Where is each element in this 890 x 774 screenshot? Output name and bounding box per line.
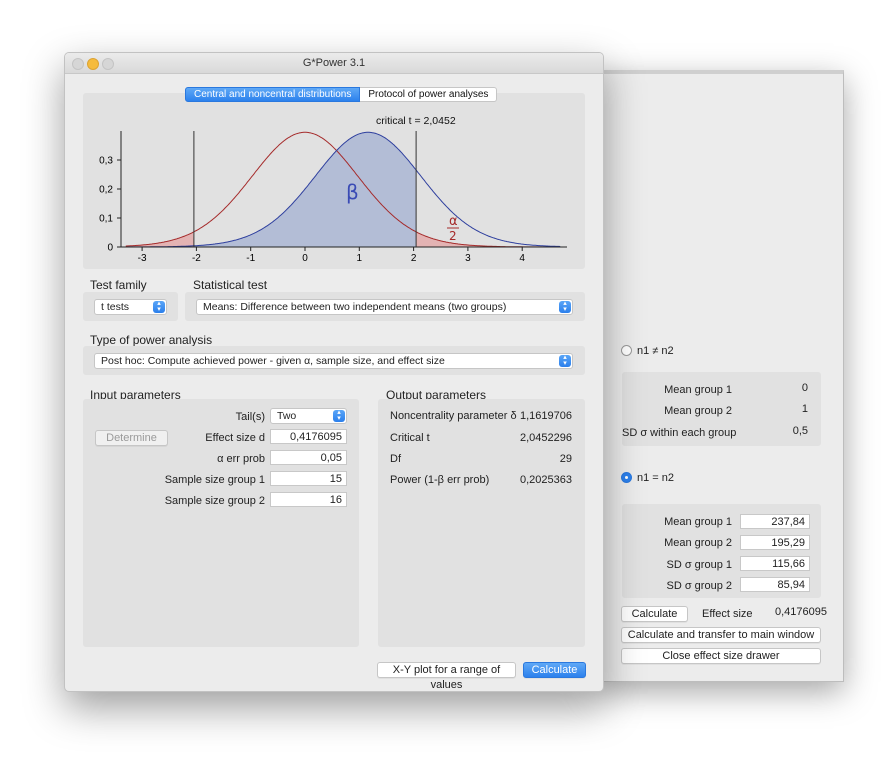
sample-size-2-field[interactable]: 16: [270, 492, 347, 507]
df-label: Df: [390, 453, 401, 465]
y-tick-label: 0,1: [99, 214, 113, 225]
noncentrality-label: Noncentrality parameter δ: [390, 410, 517, 422]
mean-group-1-value: 0: [801, 382, 808, 394]
mean-group-2-field[interactable]: 195,29: [740, 535, 810, 550]
power-analysis-label: Type of power analysis: [90, 333, 213, 347]
tails-label: Tail(s): [235, 411, 265, 423]
y-tick-label: 0,2: [99, 185, 113, 196]
calculate-transfer-button[interactable]: Calculate and transfer to main window: [621, 627, 821, 643]
x-tick-label: 2: [411, 253, 417, 264]
statistical-test-value: Means: Difference between two independen…: [203, 301, 507, 313]
effect-size-drawer: n1 ≠ n2 Mean group 1 0 Mean group 2 1 SD…: [596, 70, 844, 682]
critical-t-output-label: Critical t: [390, 432, 430, 444]
determine-button[interactable]: Determine: [95, 430, 168, 446]
power-analysis-value: Post hoc: Compute achieved power - given…: [101, 355, 445, 367]
calculate-button[interactable]: Calculate: [523, 662, 586, 678]
critical-t-output-value: 2,0452296: [520, 432, 572, 444]
sd-group-2-field[interactable]: 85,94: [740, 577, 810, 592]
noncentrality-value: 1,1619706: [520, 410, 572, 422]
power-label: Power (1-β err prob): [390, 474, 490, 486]
test-family-select[interactable]: t tests ▴ ▾: [94, 299, 167, 315]
alpha-err-prob-field[interactable]: 0,05: [270, 450, 347, 465]
power-analysis-select[interactable]: Post hoc: Compute achieved power - given…: [94, 353, 573, 369]
statistical-test-label: Statistical test: [193, 278, 268, 292]
sample-size-1-label: Sample size group 1: [164, 474, 265, 486]
radio-equal-n[interactable]: [621, 472, 632, 483]
chevron-updown-icon: ▴ ▾: [153, 300, 165, 313]
sample-size-1-field[interactable]: 15: [270, 471, 347, 486]
alpha-err-prob-label: α err prob: [217, 453, 265, 465]
test-family-value: t tests: [101, 301, 130, 313]
distribution-plot: 00,10,20,3 -3 -2 -1 0 1 2 3 4 critical t = 2,04…: [99, 115, 567, 264]
mean-group-1-label: Mean group 1: [664, 516, 732, 528]
x-tick-label: 4: [519, 253, 525, 264]
sd-within-label: SD σ within each group: [622, 427, 737, 439]
sd-group-1-field[interactable]: 115,66: [740, 556, 810, 571]
chevron-updown-icon: ▴ ▾: [559, 354, 571, 367]
x-tick-label: 1: [357, 253, 363, 264]
radio-equal-n-label: n1 = n2: [637, 472, 675, 484]
alpha-denominator: 2: [449, 229, 457, 243]
x-tick-label: -1: [246, 253, 255, 264]
mean-group-1-label: Mean group 1: [664, 384, 732, 396]
effect-size-d-field[interactable]: 0,4176095: [270, 429, 347, 444]
x-tick-label: 0: [302, 253, 308, 264]
radio-unequal-n-label: n1 ≠ n2: [637, 345, 674, 357]
mean-group-2-value: 1: [801, 403, 808, 415]
mean-group-2-label: Mean group 2: [664, 405, 732, 417]
xy-plot-button[interactable]: X-Y plot for a range of values: [377, 662, 516, 691]
effect-size-d-label: Effect size d: [205, 432, 265, 444]
effect-size-label: Effect size: [702, 608, 753, 620]
test-family-label: Test family: [90, 278, 147, 292]
mean-group-1-field[interactable]: 237,84: [740, 514, 810, 529]
sd-within-value: 0,5: [792, 425, 808, 437]
beta-label: β: [346, 180, 359, 204]
radio-unequal-n[interactable]: [621, 345, 632, 356]
chevron-updown-icon: ▴ ▾: [559, 300, 571, 313]
sd-group-2-label: SD σ group 2: [666, 580, 733, 592]
statistical-test-select[interactable]: Means: Difference between two independen…: [196, 299, 573, 315]
power-value: 0,2025363: [520, 474, 572, 486]
mean-group-2-label: Mean group 2: [664, 537, 732, 549]
y-tick-label: 0: [107, 243, 113, 254]
effect-size-value: 0,4176095: [775, 606, 827, 618]
main-window: G*Power 3.1 Central and noncentral distr…: [64, 52, 604, 692]
sample-size-2-label: Sample size group 2: [164, 495, 265, 507]
sd-group-1-label: SD σ group 1: [666, 559, 733, 571]
y-tick-label: 0,3: [99, 156, 113, 167]
x-tick-label: -3: [138, 253, 147, 264]
x-tick-label: 3: [465, 253, 471, 264]
df-value: 29: [559, 453, 572, 465]
drawer-calculate-button[interactable]: Calculate: [621, 606, 688, 622]
close-drawer-button[interactable]: Close effect size drawer: [621, 648, 821, 664]
alpha-numerator: α: [449, 214, 458, 229]
chevron-updown-icon: ▴ ▾: [333, 409, 345, 422]
equal-n-panel: Mean group 1 237,84 Mean group 2 195,29 …: [622, 504, 821, 598]
x-tick-label: -2: [192, 253, 201, 264]
tails-value: Two: [277, 410, 297, 422]
unequal-n-panel: Mean group 1 0 Mean group 2 1 SD σ withi…: [622, 372, 821, 446]
tails-select[interactable]: Two ▴ ▾: [270, 408, 347, 424]
critical-t-label: critical t = 2,0452: [376, 115, 456, 127]
